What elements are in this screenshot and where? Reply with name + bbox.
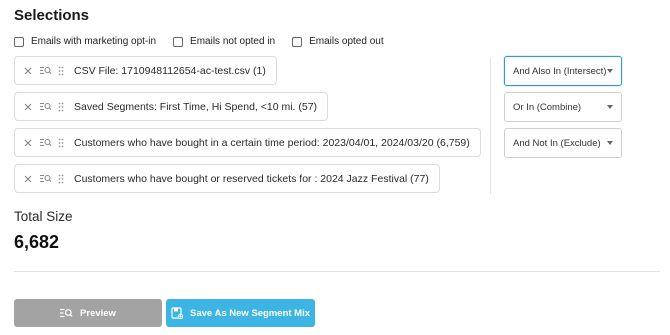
- segment-chip: Customers who have bought or reserved ti…: [14, 164, 440, 193]
- search-list-icon: [60, 308, 73, 318]
- select-value: And Not In (Exclude): [513, 137, 601, 149]
- segment-chip: Customers who have bought in a certain t…: [14, 128, 481, 157]
- section-title: Selections: [14, 7, 90, 24]
- search-list-icon[interactable]: [40, 102, 52, 112]
- preview-button[interactable]: Preview: [14, 299, 162, 327]
- chevron-down-icon: [607, 141, 613, 145]
- section-divider: [14, 271, 660, 272]
- close-icon[interactable]: [23, 66, 33, 76]
- search-list-icon[interactable]: [40, 66, 52, 76]
- checkbox-box[interactable]: [173, 36, 184, 47]
- optin-filters: Emails with marketing opt-in Emails not …: [14, 36, 401, 47]
- close-icon[interactable]: [23, 174, 33, 184]
- drag-handle-icon[interactable]: [58, 102, 66, 112]
- segment-label: Customers who have bought in a certain t…: [74, 136, 470, 149]
- segment-chip: CSV File: 1710948112654-ac-test.csv (1): [14, 56, 277, 85]
- save-icon: [171, 307, 183, 319]
- close-icon[interactable]: [23, 138, 33, 148]
- close-icon[interactable]: [23, 102, 33, 112]
- checkbox-opted-out[interactable]: Emails opted out: [292, 36, 384, 47]
- save-button-label: Save As New Segment Mix: [189, 307, 311, 319]
- chevron-down-icon: [607, 105, 613, 109]
- select-value: Or In (Combine): [513, 101, 582, 113]
- total-size-label: Total Size: [14, 209, 73, 224]
- search-list-icon[interactable]: [40, 138, 52, 148]
- checkbox-label: Emails not opted in: [190, 36, 276, 47]
- segment-chip: Saved Segments: First Time, Hi Spend, <1…: [14, 92, 329, 121]
- checkbox-label: Emails opted out: [309, 36, 384, 47]
- chevron-down-icon: [607, 69, 613, 73]
- save-segment-mix-button[interactable]: Save As New Segment Mix: [166, 299, 315, 327]
- total-size-value: 6,682: [14, 232, 60, 252]
- column-divider: [490, 57, 491, 194]
- operator-select-combine[interactable]: Or In (Combine): [504, 92, 622, 122]
- segment-label: CSV File: 1710948112654-ac-test.csv (1): [74, 64, 266, 77]
- drag-handle-icon[interactable]: [58, 138, 66, 148]
- preview-button-label: Preview: [80, 307, 116, 319]
- checkbox-box[interactable]: [292, 36, 303, 47]
- operator-select-intersect[interactable]: And Also In (Intersect): [504, 56, 622, 86]
- drag-handle-icon[interactable]: [58, 174, 66, 184]
- segment-label: Saved Segments: First Time, Hi Spend, <1…: [74, 100, 318, 113]
- checkbox-marketing-opt-in[interactable]: Emails with marketing opt-in: [14, 36, 156, 47]
- segment-label: Customers who have bought or reserved ti…: [74, 172, 429, 185]
- drag-handle-icon[interactable]: [58, 66, 66, 76]
- checkbox-not-opted-in[interactable]: Emails not opted in: [173, 36, 275, 47]
- select-value: And Also In (Intersect): [513, 65, 607, 77]
- checkbox-box[interactable]: [14, 36, 24, 47]
- search-list-icon[interactable]: [40, 174, 52, 184]
- checkbox-label: Emails with marketing opt-in: [31, 36, 157, 47]
- operator-select-exclude[interactable]: And Not In (Exclude): [504, 128, 622, 158]
